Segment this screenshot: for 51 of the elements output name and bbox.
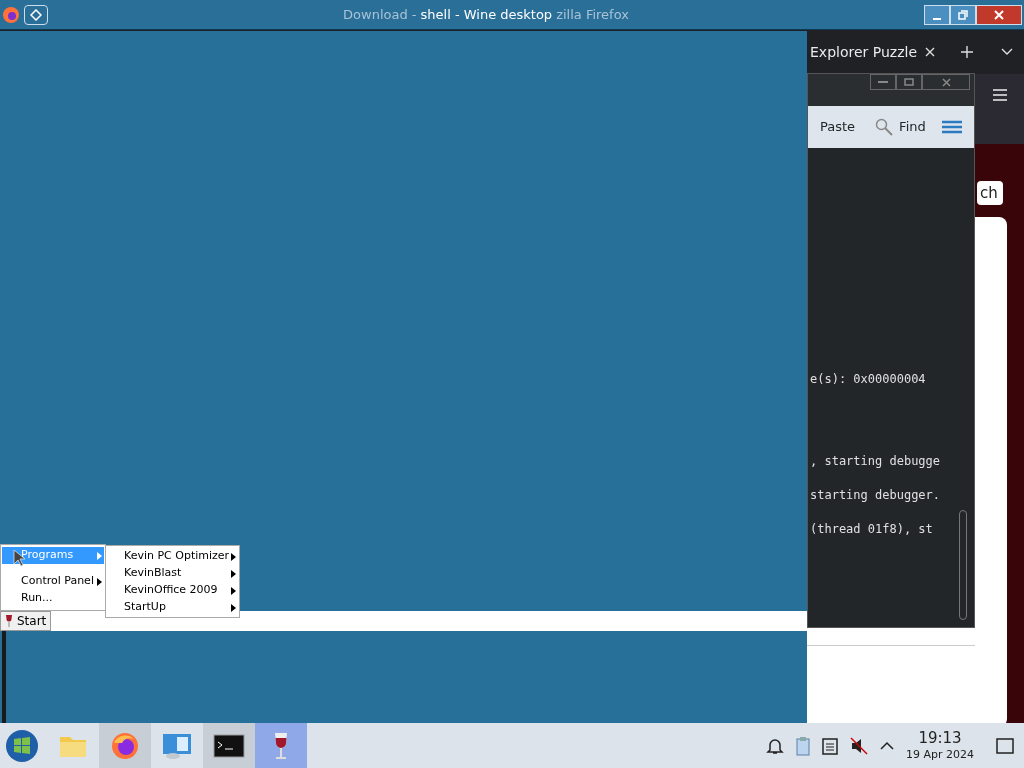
maximize-button[interactable] bbox=[896, 74, 922, 90]
clock-time[interactable]: 19:13 bbox=[918, 729, 962, 748]
maximize-icon bbox=[904, 78, 914, 86]
window-menu-button[interactable] bbox=[24, 4, 48, 25]
close-icon bbox=[994, 9, 1004, 20]
submenu-arrow-icon bbox=[97, 551, 102, 560]
menu-item[interactable]: Control Panel bbox=[2, 573, 104, 590]
show-desktop-icon[interactable] bbox=[996, 737, 1014, 754]
background-title-text: zilla Firefox bbox=[556, 5, 629, 24]
terminal-line: e(s): 0x00000004 bbox=[809, 371, 926, 388]
firefox-icon bbox=[2, 5, 20, 24]
wine-glass-icon bbox=[5, 614, 13, 628]
clock-date[interactable]: 19 Apr 2024 bbox=[906, 748, 974, 762]
close-icon bbox=[941, 77, 951, 87]
minimize-icon bbox=[933, 17, 941, 20]
menu-item[interactable]: Kevin PC Optimizer bbox=[106, 548, 239, 565]
menu-icon[interactable] bbox=[941, 120, 962, 134]
notes-icon[interactable] bbox=[822, 736, 838, 755]
speaker-muted-icon[interactable] bbox=[850, 736, 868, 755]
menu-item[interactable]: KevinBlast bbox=[106, 565, 239, 582]
window-title: shell - Wine desktop bbox=[420, 5, 553, 24]
close-button[interactable] bbox=[922, 74, 970, 90]
taskbar-app[interactable] bbox=[255, 723, 307, 768]
terminal-line: starting debugger. bbox=[809, 487, 941, 504]
search-icon bbox=[875, 118, 894, 136]
paste-button[interactable]: Paste bbox=[820, 117, 856, 137]
browser-tab[interactable]: Explorer Puzzle bbox=[810, 41, 917, 63]
terminal-line: , starting debugge bbox=[809, 453, 941, 470]
restore-icon bbox=[958, 9, 968, 20]
menu-item[interactable]: StartUp bbox=[106, 599, 239, 616]
taskbar-app[interactable] bbox=[203, 723, 255, 768]
clipboard-icon[interactable] bbox=[796, 735, 810, 756]
chevron-down-icon[interactable] bbox=[1001, 48, 1013, 56]
terminal-line: (thread 01f8), st bbox=[809, 521, 933, 538]
plus-icon[interactable] bbox=[961, 46, 973, 58]
diamond-icon bbox=[30, 8, 42, 21]
windows-logo-icon[interactable] bbox=[5, 728, 39, 763]
firefox-icon bbox=[110, 730, 140, 761]
bell-icon[interactable] bbox=[766, 736, 784, 755]
close-icon[interactable] bbox=[925, 47, 935, 57]
start-button[interactable]: Start bbox=[0, 611, 52, 631]
terminal-icon bbox=[213, 733, 245, 758]
search-button[interactable]: ch bbox=[977, 181, 1003, 205]
minimize-icon bbox=[878, 80, 888, 84]
background-title-text: Download - bbox=[343, 5, 417, 24]
submenu-arrow-icon bbox=[97, 577, 102, 586]
chevron-up-icon[interactable] bbox=[880, 740, 894, 751]
menu-item[interactable]: Run... bbox=[2, 590, 104, 607]
menu-item[interactable]: KevinOffice 2009 bbox=[106, 582, 239, 599]
find-button[interactable]: Find bbox=[899, 117, 926, 137]
minimize-button[interactable] bbox=[870, 74, 896, 90]
